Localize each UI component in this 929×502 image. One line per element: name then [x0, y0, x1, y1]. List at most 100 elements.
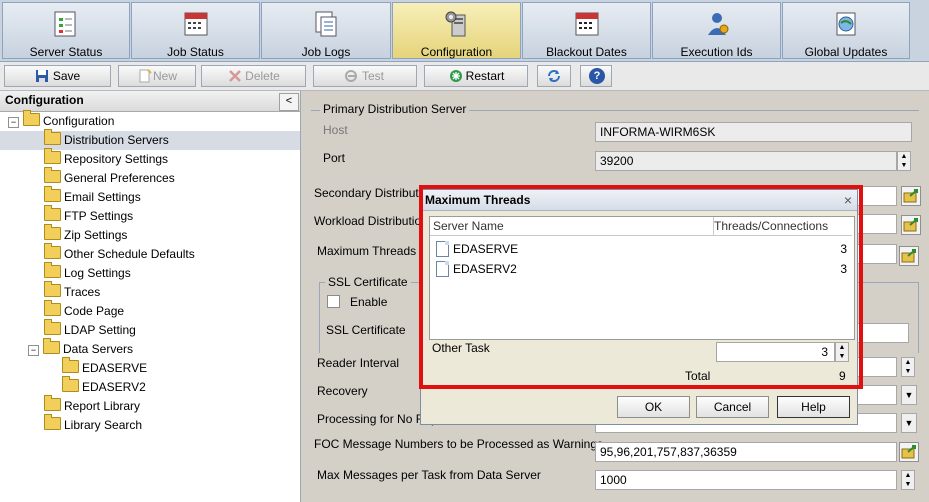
cancel-button[interactable]: Cancel [696, 396, 769, 418]
tree-item[interactable]: − Data Servers [0, 338, 300, 359]
tab-label: Job Logs [301, 45, 351, 59]
server-name-cell: EDASERVE [453, 242, 519, 256]
help-icon: ? [589, 68, 605, 84]
total-value: 9 [839, 369, 846, 383]
tab-blackout-dates[interactable]: Blackout Dates [522, 2, 651, 59]
tree-item[interactable]: Library Search [0, 414, 300, 435]
help-dialog-button[interactable]: Help [777, 396, 850, 418]
dialog-header: Maximum Threads × [421, 190, 857, 211]
new-label: New [152, 69, 177, 83]
enable-ssl-checkbox[interactable] [327, 295, 340, 308]
new-button[interactable]: New [118, 65, 196, 87]
tree-item-content: EDASERV2 [62, 376, 146, 397]
collapse-panel-button[interactable]: < [279, 93, 299, 111]
close-icon[interactable]: × [844, 192, 852, 208]
foc-message-button[interactable] [899, 442, 919, 462]
reader-interval-label: Reader Interval [317, 356, 400, 370]
folder-icon [44, 395, 61, 411]
tree-item-content: LDAP Setting [44, 319, 136, 340]
tree-item-content: Library Search [44, 414, 142, 435]
folder-icon [62, 357, 79, 373]
primary-server-legend: Primary Distribution Server [320, 102, 470, 116]
user-gear-icon [707, 13, 728, 35]
foc-message-label: FOC Message Numbers to be Processed as W… [314, 437, 604, 451]
tab-label: Server Status [29, 45, 103, 59]
open-folder-icon [901, 249, 916, 263]
tab-job-status[interactable]: Job Status [131, 2, 260, 59]
port-label: Port [323, 151, 346, 165]
delete-button[interactable]: Delete [201, 65, 306, 87]
tree-item-label: Distribution Servers [64, 133, 169, 147]
tree-item-content: Zip Settings [44, 224, 127, 245]
folder-icon [44, 167, 61, 183]
log-icon [315, 11, 337, 37]
other-task-label: Other Task [432, 341, 490, 355]
folder-icon [44, 186, 61, 202]
restart-label: Restart [465, 69, 505, 83]
help-button[interactable]: ? [580, 65, 612, 87]
table-row[interactable]: EDASERVE 3 [430, 239, 852, 259]
secondary-browse-button[interactable] [901, 186, 921, 206]
tree-item-label: Traces [64, 285, 101, 299]
tree-item-label: Other Schedule Defaults [64, 247, 195, 261]
panel-header: Configuration < [0, 91, 300, 112]
tab-execution-ids[interactable]: Execution Ids [652, 2, 781, 59]
folder-icon [44, 319, 61, 335]
tree-item-content: FTP Settings [44, 205, 134, 226]
tab-job-logs[interactable]: Job Logs [261, 2, 391, 59]
column-header-server-name[interactable]: Server Name [430, 217, 714, 236]
port-field[interactable]: 39200 [595, 151, 897, 171]
tab-configuration[interactable]: Configuration [392, 2, 521, 59]
refresh-button[interactable] [537, 65, 571, 87]
document-icon [436, 261, 449, 277]
max-messages-label: Max Messages per Task from Data Server [317, 468, 541, 482]
total-label: Total [685, 369, 711, 383]
folder-icon [62, 376, 79, 392]
other-task-spinner[interactable]: ▲ ▼ [835, 342, 849, 362]
tree-item-content: Traces [44, 281, 101, 302]
tree-item-label: Email Settings [64, 190, 141, 204]
tab-global-updates[interactable]: Global Updates [782, 2, 910, 59]
foc-message-field[interactable]: 95,96,201,757,837,36359 [595, 442, 897, 462]
column-header-threads[interactable]: Threads/Connections [714, 217, 852, 236]
tree-item[interactable]: EDASERVE [0, 357, 300, 378]
table-row[interactable]: EDASERV2 3 [430, 259, 852, 279]
threads-cell[interactable]: 3 [840, 259, 847, 279]
folder-icon [44, 281, 61, 297]
max-messages-spinner[interactable]: ▲ ▼ [901, 470, 915, 490]
reader-interval-spinner[interactable]: ▲ ▼ [901, 357, 915, 377]
processing-dropdown-arrow[interactable]: ▼ [901, 413, 917, 433]
tab-label: Execution Ids [680, 45, 753, 59]
ssl-certificate-label: SSL Certificate [326, 323, 406, 337]
folder-icon [44, 300, 61, 316]
tree-item-label: Log Settings [64, 266, 131, 280]
workload-distribution-label: Workload Distribution [314, 214, 428, 228]
ok-button[interactable]: OK [617, 396, 690, 418]
host-field[interactable]: INFORMA-WIRM6SK [595, 122, 912, 142]
tab-server-status[interactable]: Server Status [2, 2, 130, 59]
tree-item-content: − Configuration [8, 110, 114, 131]
open-folder-icon [903, 218, 918, 232]
max-messages-field[interactable]: 1000 [595, 470, 897, 490]
tree-expander-icon[interactable]: − [8, 117, 19, 128]
port-spinner[interactable]: ▲ ▼ [897, 151, 911, 171]
maximum-threads-button[interactable] [899, 246, 919, 266]
tab-label: Configuration [420, 45, 493, 59]
restart-button[interactable]: Restart [424, 65, 528, 87]
folder-icon [43, 338, 60, 354]
tree-expander-icon[interactable]: − [28, 345, 39, 356]
threads-cell[interactable]: 3 [840, 239, 847, 259]
tree-item-label: Data Servers [63, 342, 134, 356]
tree-item-label: FTP Settings [64, 209, 134, 223]
save-button[interactable]: Save [4, 65, 111, 87]
test-button[interactable]: Test [313, 65, 417, 87]
panel-title: Configuration [5, 93, 84, 107]
refresh-icon [548, 70, 560, 82]
workload-browse-button[interactable] [901, 215, 921, 235]
save-label: Save [52, 69, 81, 83]
folder-icon [44, 129, 61, 145]
tab-label: Job Status [167, 45, 224, 59]
tree-item-label: EDASERV2 [82, 380, 146, 394]
other-task-field[interactable]: 3 [716, 342, 835, 362]
recovery-dropdown-arrow[interactable]: ▼ [901, 385, 917, 405]
